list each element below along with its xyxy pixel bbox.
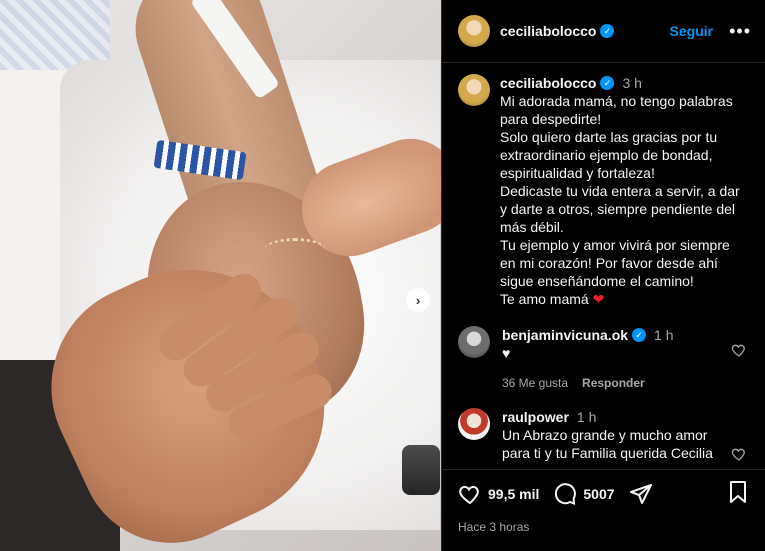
comments-section[interactable]: ceciliabolocco ✓ 3 h Mi adorada mamá, no… (442, 64, 765, 469)
likes-count[interactable]: 99,5 mil (488, 486, 539, 502)
commenter-avatar[interactable] (458, 326, 490, 358)
wristwatch (402, 445, 440, 495)
commenter-username[interactable]: benjaminvicuna.ok (502, 326, 628, 344)
comment-item: raulpower 1 h Un Abrazo grande y mucho a… (458, 408, 749, 462)
comment-meta: benjaminvicuna.ok ✓ 1 h (502, 326, 722, 344)
post-footer: 99,5 mil 5007 Hace 3 horas (442, 469, 765, 551)
comment-item: benjaminvicuna.ok ✓ 1 h ♥ 36 Me gusta Re… (458, 326, 749, 390)
caption-line-text: Te amo mamá (500, 291, 589, 307)
author-username[interactable]: ceciliabolocco (500, 23, 596, 39)
post-header: ceciliabolocco ✓ Seguir ••• (442, 0, 765, 63)
verified-badge-icon: ✓ (600, 76, 615, 90)
verified-badge-icon: ✓ (632, 328, 647, 342)
caption-line: Tu ejemplo y amor vivirá por siempre en … (500, 237, 730, 289)
bookmark-icon (730, 480, 746, 503)
chevron-right-icon: › (415, 292, 421, 308)
verified-badge-icon: ✓ (600, 24, 615, 38)
commenter-avatar[interactable] (458, 408, 490, 440)
comment-text: ♥ (502, 345, 511, 361)
heart-outline-icon[interactable] (731, 342, 747, 358)
comment-text: Un Abrazo grande y mucho amor para ti y … (502, 427, 713, 461)
caption-author-avatar[interactable] (458, 74, 490, 106)
caption-line: Dedicaste tu vida entera a servir, a dar… (500, 183, 740, 235)
comment-button[interactable]: 5007 (553, 482, 615, 506)
author-avatar[interactable] (458, 15, 490, 47)
comment-body: benjaminvicuna.ok ✓ 1 h ♥ 36 Me gusta Re… (502, 326, 722, 390)
share-button[interactable] (629, 482, 653, 506)
heart-outline-icon[interactable] (731, 446, 747, 462)
caption-body: ceciliabolocco ✓ 3 h Mi adorada mamá, no… (500, 74, 745, 308)
commenter-username[interactable]: raulpower (502, 408, 569, 426)
share-icon (629, 484, 652, 504)
action-bar: 99,5 mil 5007 (458, 480, 749, 508)
caption-text: Mi adorada mamá, no tengo palabras para … (500, 92, 745, 308)
comment-body: raulpower 1 h Un Abrazo grande y mucho a… (502, 408, 722, 462)
caption-time[interactable]: 3 h (622, 74, 641, 92)
post-caption: ceciliabolocco ✓ 3 h Mi adorada mamá, no… (458, 74, 749, 308)
caption-line: Mi adorada mamá, no tengo palabras para … (500, 93, 733, 127)
carousel-next-button[interactable]: › (406, 288, 430, 312)
save-button[interactable] (727, 480, 749, 509)
caption-meta: ceciliabolocco ✓ 3 h (500, 74, 745, 92)
comment-time[interactable]: 1 h (654, 326, 673, 344)
rosary (265, 238, 325, 260)
comment-likes[interactable]: 36 Me gusta (502, 376, 568, 390)
follow-button[interactable]: Seguir (670, 23, 714, 39)
caption-line: Solo quiero darte las gracias por tu ext… (500, 129, 718, 181)
caption-author[interactable]: ceciliabolocco (500, 74, 596, 92)
reply-button[interactable]: Responder (582, 376, 645, 390)
post-photo[interactable]: › (0, 0, 441, 551)
red-heart-emoji: ❤ (592, 291, 605, 307)
comment-meta: raulpower 1 h (502, 408, 722, 426)
more-icon[interactable]: ••• (729, 22, 751, 40)
post-side-panel: ceciliabolocco ✓ Seguir ••• ceciliaboloc… (441, 0, 765, 551)
post-timestamp: Hace 3 horas (458, 520, 530, 534)
comment-time[interactable]: 1 h (577, 408, 596, 426)
heart-outline-icon (459, 485, 479, 505)
comment-icon (555, 483, 577, 505)
like-button[interactable]: 99,5 mil (458, 482, 539, 506)
comment-actions: 36 Me gusta Responder (502, 376, 722, 390)
comments-count: 5007 (583, 486, 615, 502)
caption-line: Te amo mamá ❤ (500, 290, 745, 308)
